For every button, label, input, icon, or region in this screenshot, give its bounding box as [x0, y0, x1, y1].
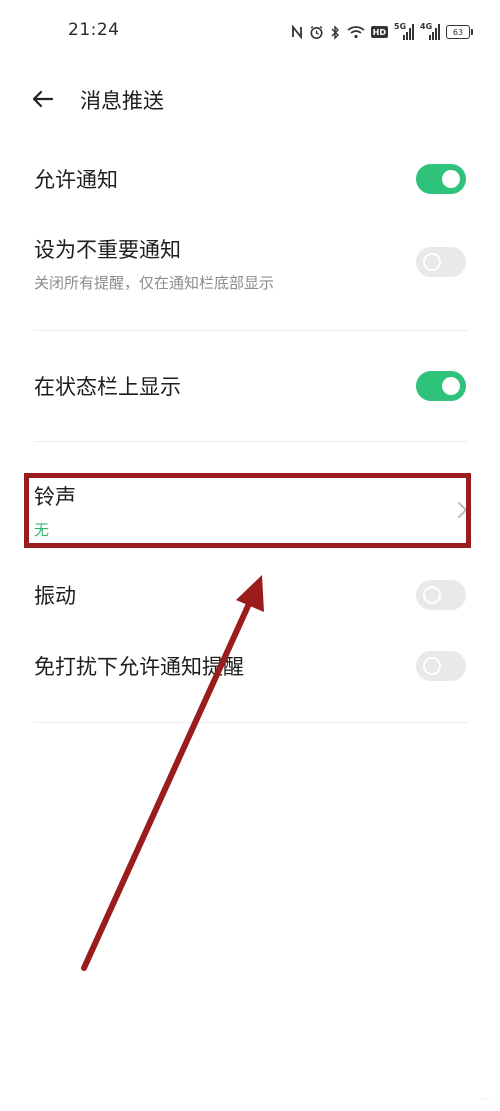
back-arrow-icon[interactable]: [30, 86, 56, 112]
bluetooth-icon: [330, 23, 341, 41]
setting-status-bar-display[interactable]: 在状态栏上显示: [0, 357, 500, 417]
setting-label: 允许通知: [34, 168, 118, 192]
dnd-allow-toggle[interactable]: [416, 651, 466, 681]
setting-label: 在状态栏上显示: [34, 375, 181, 399]
watermark: ····: [480, 1095, 492, 1105]
setting-allow-notifications[interactable]: 允许通知: [0, 150, 500, 210]
battery-icon: 63: [446, 25, 473, 39]
vibration-toggle[interactable]: [416, 580, 466, 610]
page-title: 消息推送: [80, 89, 164, 113]
divider: [34, 441, 468, 442]
hd-icon: HD: [370, 26, 388, 38]
divider: [34, 330, 468, 331]
unimportant-toggle[interactable]: [416, 247, 466, 277]
setting-unimportant[interactable]: 设为不重要通知 关闭所有提醒，仅在通知栏底部显示: [0, 226, 500, 306]
battery-level: 63: [452, 27, 464, 37]
signal-4g-icon: 4G: [420, 23, 440, 41]
setting-label: 设为不重要通知: [34, 238, 181, 262]
status-bar-display-toggle[interactable]: [416, 371, 466, 401]
setting-label: 免打扰下允许通知提醒: [34, 655, 244, 679]
setting-description: 关闭所有提醒，仅在通知栏底部显示: [34, 274, 275, 292]
wifi-icon: [347, 23, 365, 41]
highlight-box: [24, 473, 471, 548]
alarm-icon: [309, 23, 324, 41]
setting-dnd-allow[interactable]: 免打扰下允许通知提醒: [0, 637, 500, 697]
signal-5g-icon: 5G: [394, 23, 414, 41]
status-time: 21:24: [68, 20, 120, 40]
header: 消息推送: [0, 74, 500, 124]
nfc-icon: [291, 23, 303, 41]
setting-label: 振动: [34, 584, 76, 608]
allow-notifications-toggle[interactable]: [416, 164, 466, 194]
setting-vibration[interactable]: 振动: [0, 566, 500, 626]
status-bar: 21:24 HD 5G 4G 63: [0, 0, 500, 62]
divider: [34, 722, 468, 723]
status-icons: HD 5G 4G 63: [291, 21, 473, 43]
